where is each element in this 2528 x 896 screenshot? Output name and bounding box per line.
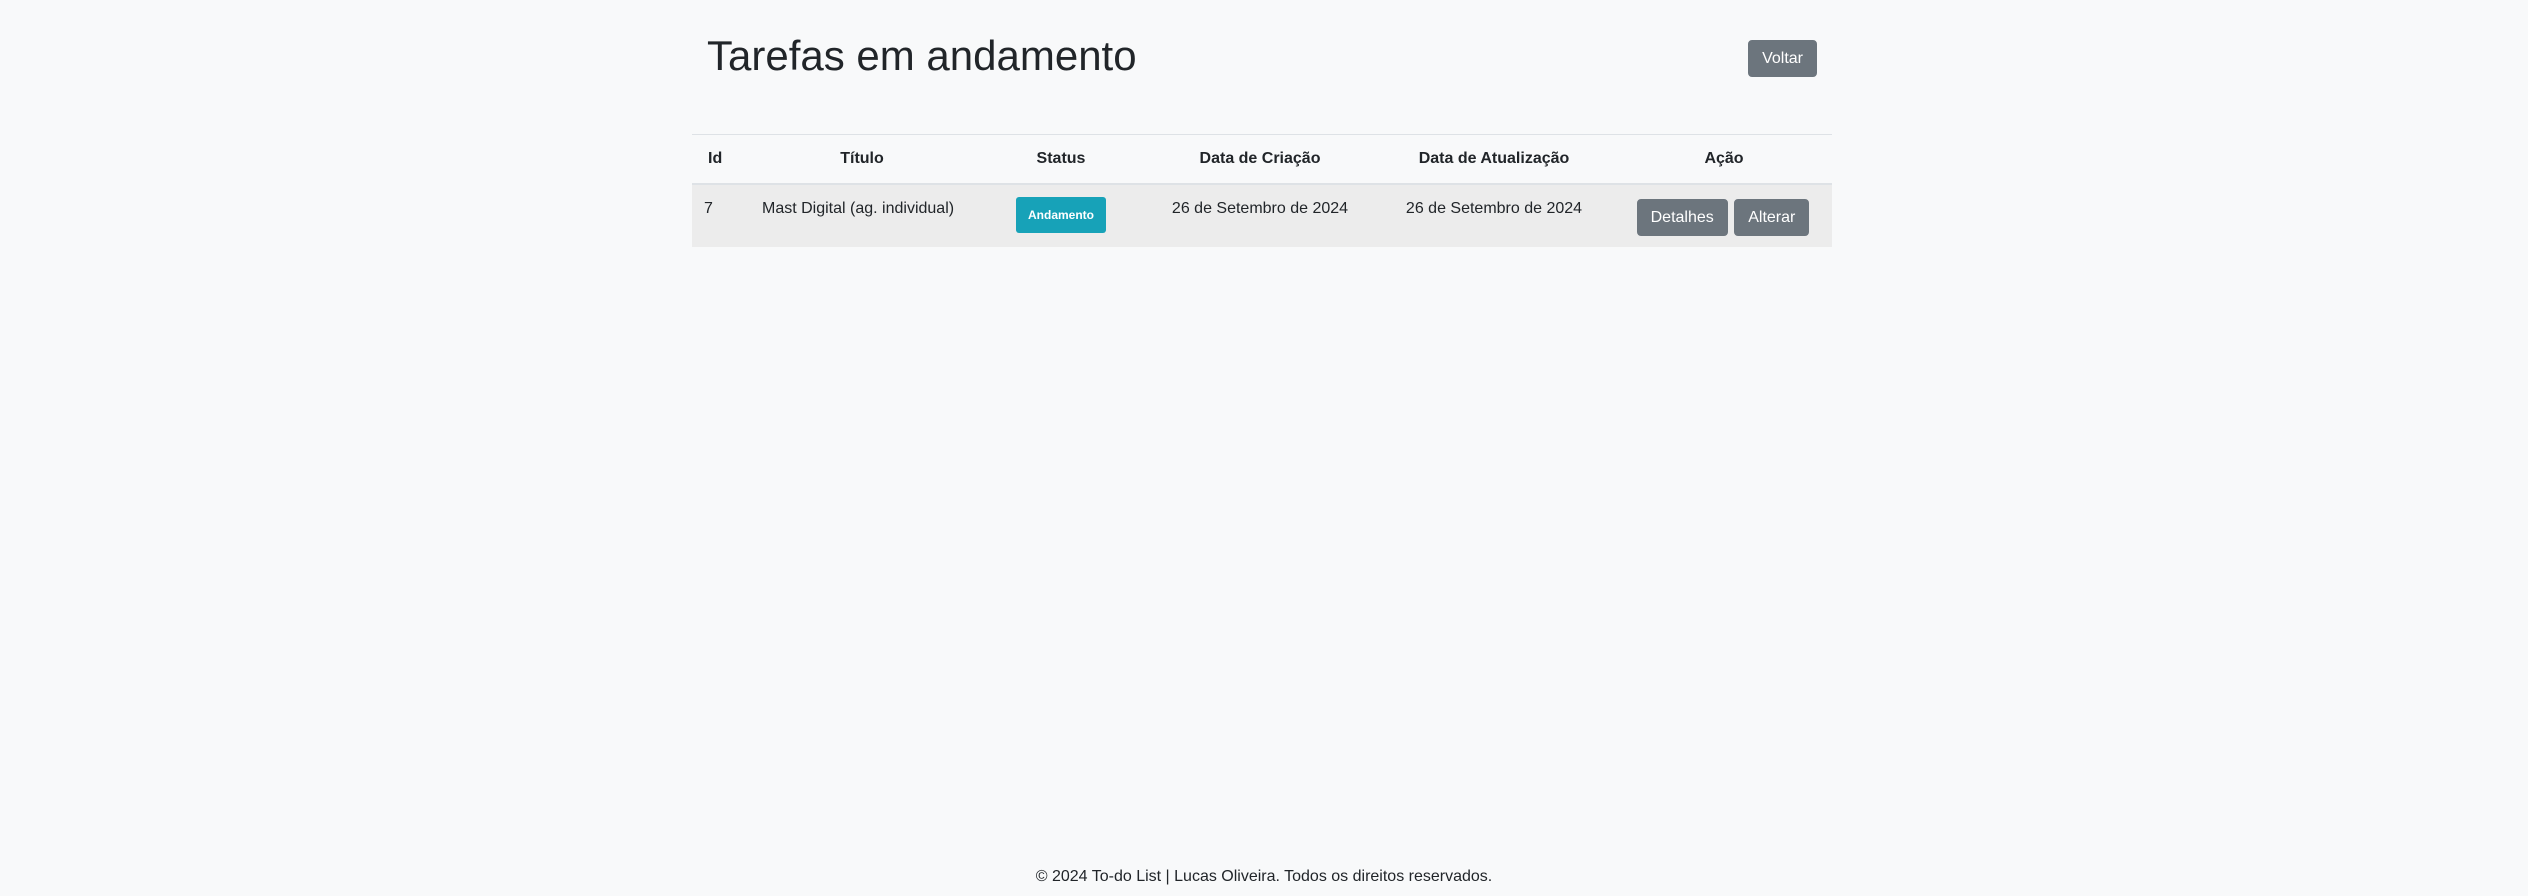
details-button[interactable]: Detalhes xyxy=(1636,199,1728,236)
task-created-date: 26 de Setembro de 2024 xyxy=(1171,200,1349,217)
row-actions: Detalhes Alterar xyxy=(1628,185,1820,236)
table-header: Id Título Status Data de Criação Data de… xyxy=(692,134,1832,185)
column-header-action: Ação xyxy=(1616,134,1832,185)
page-title: Tarefas em andamento xyxy=(707,32,1137,79)
edit-button[interactable]: Alterar xyxy=(1734,199,1810,236)
task-title: Mast Digital (ag. individual) xyxy=(762,200,955,217)
page-header: Tarefas em andamento Voltar xyxy=(692,0,1832,134)
tasks-table: Id Título Status Data de Criação Data de… xyxy=(692,134,1832,247)
footer: © 2024 To-do List | Lucas Oliveira. Todo… xyxy=(0,868,2528,886)
column-header-created: Data de Criação xyxy=(1148,134,1372,185)
task-actions-cell: Detalhes Alterar xyxy=(1616,184,1832,247)
table-row: 7 Mast Digital (ag. individual) Andament… xyxy=(692,184,1832,247)
page: Tarefas em andamento Voltar Id Título St… xyxy=(0,0,2528,896)
table-body: 7 Mast Digital (ag. individual) Andament… xyxy=(692,184,1832,247)
column-header-status: Status xyxy=(974,134,1148,185)
task-title-cell: Mast Digital (ag. individual) xyxy=(750,184,974,247)
footer-text: © 2024 To-do List | Lucas Oliveira. Todo… xyxy=(1035,868,1493,885)
main-container: Tarefas em andamento Voltar Id Título St… xyxy=(692,0,1832,247)
column-header-id: Id xyxy=(692,134,750,185)
header-row: Id Título Status Data de Criação Data de… xyxy=(692,134,1832,185)
task-id-cell: 7 xyxy=(692,184,750,247)
task-status-cell: Andamento xyxy=(974,184,1148,247)
back-button[interactable]: Voltar xyxy=(1748,40,1817,77)
column-header-title: Título xyxy=(750,134,974,185)
task-created-cell: 26 de Setembro de 2024 xyxy=(1148,184,1372,247)
task-updated-date: 26 de Setembro de 2024 xyxy=(1405,200,1583,217)
task-id: 7 xyxy=(704,200,713,217)
status-badge: Andamento xyxy=(1016,197,1106,233)
column-header-updated: Data de Atualização xyxy=(1372,134,1616,185)
task-updated-cell: 26 de Setembro de 2024 xyxy=(1372,184,1616,247)
